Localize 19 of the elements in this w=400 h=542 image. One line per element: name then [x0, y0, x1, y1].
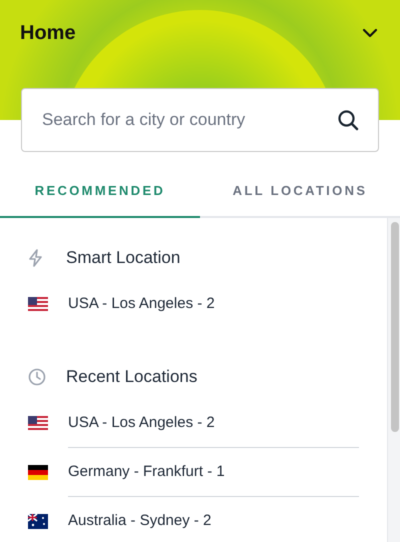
location-item[interactable]: Australia - Sydney - 2: [68, 510, 212, 533]
flag-icon: [28, 416, 48, 431]
flag-icon: [28, 297, 48, 312]
flag-icon: [28, 514, 48, 529]
scrollbar[interactable]: [387, 218, 400, 542]
tab[interactable]: RECOMMENDED: [0, 166, 200, 218]
location-item[interactable]: USA - Los Angeles - 2: [68, 293, 215, 316]
flag-icon: [28, 465, 48, 480]
section-heading: Smart Location: [66, 247, 180, 270]
location-item[interactable]: USA - Los Angeles - 2: [68, 412, 215, 434]
tab[interactable]: ALL LOCATIONS: [200, 166, 400, 218]
search-field[interactable]: Search for a city or country: [21, 88, 379, 152]
page-title: Home: [20, 21, 76, 46]
location-item[interactable]: Germany - Frankfurt - 1: [68, 460, 225, 484]
section-heading: Recent Locations: [66, 366, 198, 388]
chevron-down-icon[interactable]: [362, 28, 378, 38]
clock-icon: [28, 368, 46, 386]
lightning-icon: [28, 249, 44, 267]
search-icon[interactable]: [337, 109, 359, 131]
